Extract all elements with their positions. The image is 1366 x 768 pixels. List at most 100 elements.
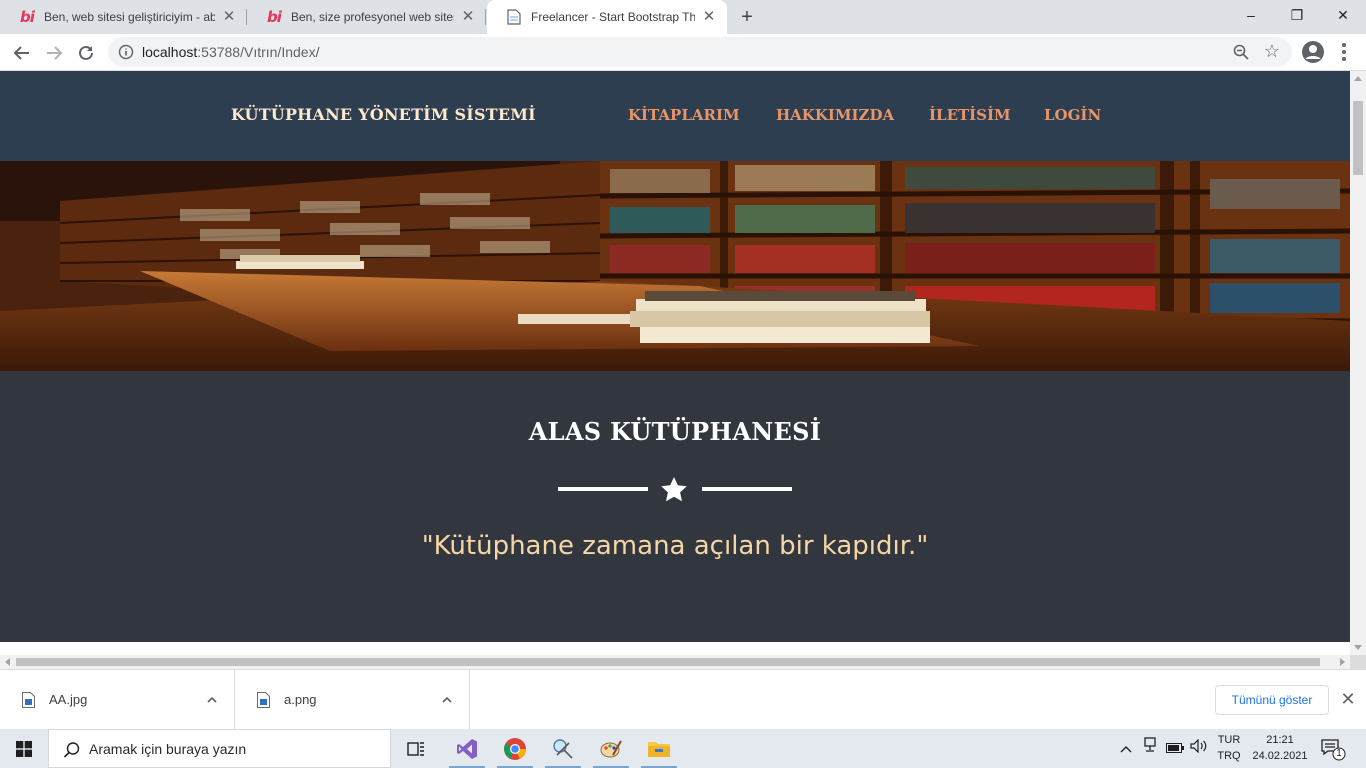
network-glyph-icon bbox=[1144, 737, 1156, 752]
menu-dots-icon[interactable] bbox=[1334, 40, 1354, 64]
show-all-downloads-button[interactable]: Tümünü göster bbox=[1215, 685, 1329, 715]
tab-freelancer[interactable]: Freelancer - Start Bootstrap Them ✕ bbox=[487, 0, 727, 34]
url-text: localhost:53788/Vıtrın/Index/ bbox=[142, 44, 320, 60]
nav-link-login[interactable]: LOGİN bbox=[1044, 106, 1101, 124]
browser-tabstrip: bi Ben, web sitesi geliştiriciyim - abc … bbox=[0, 0, 1366, 34]
reload-button[interactable] bbox=[72, 39, 100, 67]
visual-studio-app[interactable] bbox=[443, 729, 491, 768]
nav-link-hakkimizda[interactable]: HAKKIMIZDA bbox=[776, 106, 894, 124]
hero-library-image bbox=[0, 161, 1350, 371]
nav-link-kitaplarim[interactable]: KİTAPLARIM bbox=[628, 106, 740, 124]
nav-link-iletisim[interactable]: İLETİSİM bbox=[929, 106, 1011, 124]
snipping-tool-app[interactable] bbox=[539, 729, 587, 768]
show-hidden-icons-chevron-icon[interactable] bbox=[1116, 729, 1136, 768]
snipping-tool-icon bbox=[553, 738, 573, 759]
download-filename: AA.jpg bbox=[49, 692, 88, 707]
divider-line bbox=[702, 487, 792, 491]
bookmark-star-icon[interactable]: ☆ bbox=[1264, 40, 1280, 62]
star-icon bbox=[661, 477, 687, 502]
language-code: TUR bbox=[1217, 734, 1241, 746]
chevron-up-icon[interactable] bbox=[441, 694, 453, 706]
divider-line bbox=[558, 487, 648, 491]
scroll-down-arrow-icon[interactable] bbox=[1354, 645, 1362, 650]
profile-icon[interactable] bbox=[1300, 39, 1326, 65]
vertical-scrollbar[interactable] bbox=[1350, 71, 1366, 655]
chrome-icon bbox=[504, 737, 526, 760]
info-icon[interactable] bbox=[118, 44, 134, 60]
battery-icon[interactable] bbox=[1164, 729, 1186, 768]
search-placeholder: Aramak için buraya yazın bbox=[89, 741, 247, 757]
minimize-button[interactable]: – bbox=[1228, 0, 1274, 30]
address-bar[interactable]: localhost:53788/Vıtrın/Index/ ☆ bbox=[108, 37, 1292, 67]
download-item-aa-jpg[interactable]: AA.jpg bbox=[0, 670, 235, 730]
library-quote: "Kütüphane zamana açılan bir kapıdır." bbox=[421, 531, 929, 561]
scroll-left-arrow-icon[interactable] bbox=[5, 658, 10, 666]
tab-bionluk-1[interactable]: bi Ben, web sitesi geliştiriciyim - abc … bbox=[0, 0, 247, 34]
site-brand[interactable]: KÜTÜPHANE YÖNETİM SİSTEMİ bbox=[231, 105, 536, 124]
vertical-scroll-thumb[interactable] bbox=[1353, 101, 1363, 175]
close-tab-icon[interactable]: ✕ bbox=[221, 9, 237, 25]
zoom-icon[interactable] bbox=[1232, 43, 1250, 61]
page-viewport: KÜTÜPHANE YÖNETİM SİSTEMİ KİTAPLARIM HAK… bbox=[0, 71, 1350, 655]
forward-button[interactable] bbox=[40, 39, 68, 67]
download-shelf: AA.jpg a.png Tümünü göster ✕ bbox=[0, 669, 1366, 730]
folder-icon bbox=[648, 741, 670, 757]
taskbar-search-box[interactable]: Aramak için buraya yazın bbox=[48, 729, 391, 768]
scrollbar-corner bbox=[1350, 655, 1366, 669]
download-item-a-png[interactable]: a.png bbox=[235, 670, 470, 730]
scroll-right-arrow-icon[interactable] bbox=[1340, 658, 1345, 666]
bionluk-icon: bi bbox=[20, 8, 35, 26]
notification-count-badge: 1 bbox=[1336, 748, 1342, 759]
scroll-up-arrow-icon[interactable] bbox=[1354, 76, 1362, 81]
input-language-indicator[interactable]: TUR TRQ bbox=[1214, 732, 1244, 764]
network-icon[interactable] bbox=[1140, 729, 1160, 768]
tab-title: Freelancer - Start Bootstrap Them bbox=[531, 10, 695, 24]
file-explorer-app[interactable] bbox=[635, 729, 683, 768]
forward-arrow-icon bbox=[47, 46, 63, 60]
paint-app[interactable] bbox=[587, 729, 635, 768]
new-tab-button[interactable]: + bbox=[736, 6, 758, 28]
library-title: ALAS KÜTÜPHANESİ bbox=[528, 417, 822, 446]
library-bookshelves-illustration bbox=[0, 161, 1350, 371]
tab-title: Ben, web sitesi geliştiriciyim - abc bbox=[44, 10, 215, 24]
close-download-shelf-icon[interactable]: ✕ bbox=[1339, 690, 1357, 708]
browser-toolbar: localhost:53788/Vıtrın/Index/ ☆ bbox=[0, 34, 1366, 71]
back-button[interactable] bbox=[8, 39, 36, 67]
bionluk-icon: bi bbox=[267, 8, 282, 26]
horizontal-scrollbar[interactable] bbox=[0, 655, 1350, 669]
search-icon bbox=[63, 742, 80, 758]
image-file-icon bbox=[22, 692, 35, 708]
restore-button[interactable]: ❐ bbox=[1274, 0, 1320, 30]
image-file-icon bbox=[257, 692, 270, 708]
tab-bionluk-2[interactable]: bi Ben, size profesyonel web sitesi h ✕ bbox=[247, 0, 486, 34]
tab-title: Ben, size profesyonel web sitesi h bbox=[291, 10, 454, 24]
masthead: ALAS KÜTÜPHANESİ "Kütüphane zamana açıla… bbox=[0, 371, 1350, 642]
speaker-icon bbox=[1190, 738, 1207, 754]
page-bottom-strip bbox=[0, 642, 1350, 655]
battery-glyph-icon bbox=[1166, 743, 1184, 753]
task-view-icon bbox=[407, 741, 424, 756]
horizontal-scroll-thumb[interactable] bbox=[16, 658, 1320, 666]
windows-logo-icon bbox=[16, 740, 32, 757]
paint-icon bbox=[600, 740, 622, 757]
action-center-button[interactable]: 1 bbox=[1320, 737, 1346, 761]
keyboard-layout: TRQ bbox=[1217, 750, 1241, 762]
chrome-app[interactable] bbox=[491, 729, 539, 768]
chevron-up-icon bbox=[1120, 746, 1132, 753]
close-tab-icon[interactable]: ✕ bbox=[460, 9, 476, 25]
reload-icon bbox=[79, 45, 93, 60]
volume-icon[interactable] bbox=[1188, 729, 1210, 768]
window-close-button[interactable]: ✕ bbox=[1320, 0, 1366, 30]
document-icon bbox=[505, 9, 523, 25]
download-filename: a.png bbox=[284, 692, 317, 707]
visual-studio-icon bbox=[457, 738, 477, 759]
taskbar-clock[interactable]: 21:21 24.02.2021 bbox=[1248, 732, 1312, 764]
close-tab-icon[interactable]: ✕ bbox=[701, 9, 717, 25]
clock-time: 21:21 bbox=[1266, 734, 1294, 746]
task-view-button[interactable] bbox=[392, 729, 440, 768]
back-arrow-icon bbox=[13, 46, 29, 60]
start-button[interactable] bbox=[0, 729, 48, 768]
site-navbar: KÜTÜPHANE YÖNETİM SİSTEMİ KİTAPLARIM HAK… bbox=[0, 71, 1350, 161]
windows-taskbar: Aramak için buraya yazın TUR TRQ 21:21 2… bbox=[0, 729, 1366, 768]
chevron-up-icon[interactable] bbox=[206, 694, 218, 706]
